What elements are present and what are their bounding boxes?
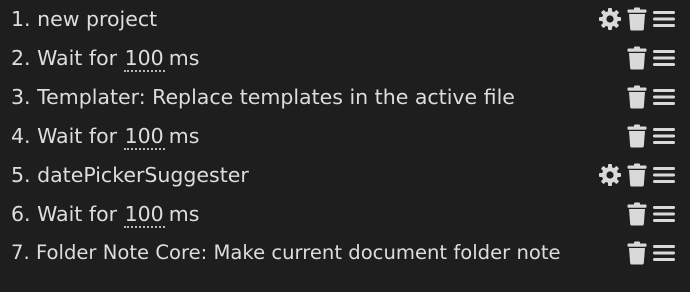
command-row: 3. Templater: Replace templates in the a… (0, 77, 690, 117)
command-row: 1. new project (0, 0, 690, 39)
trash-icon[interactable] (627, 163, 647, 187)
command-text: datePickerSuggester (37, 163, 249, 187)
command-label: 6. Wait for 100 ms (11, 194, 199, 234)
command-row: 7. Folder Note Core: Make current docume… (0, 233, 690, 273)
command-text: Wait for (37, 46, 118, 70)
command-row: 2. Wait for 100 ms (0, 38, 690, 78)
trash-icon[interactable] (627, 7, 647, 31)
drag-handle-icon[interactable] (652, 243, 676, 263)
trash-icon[interactable] (627, 124, 647, 148)
command-label: 3. Templater: Replace templates in the a… (11, 77, 515, 117)
command-label: 2. Wait for 100 ms (11, 38, 199, 78)
command-actions (598, 155, 676, 195)
command-actions (627, 194, 676, 234)
wait-duration-input[interactable]: 100 (123, 46, 165, 72)
command-index: 1. (11, 7, 31, 31)
command-actions (627, 233, 676, 273)
command-row: 5. datePickerSuggester (0, 155, 690, 195)
command-row: 4. Wait for 100 ms (0, 116, 690, 156)
trash-icon[interactable] (627, 241, 647, 265)
command-text: Wait for (37, 124, 118, 148)
command-text: Templater: Replace templates in the acti… (37, 85, 515, 109)
drag-handle-icon[interactable] (652, 204, 676, 224)
drag-handle-icon[interactable] (652, 126, 676, 146)
command-label: 4. Wait for 100 ms (11, 116, 199, 156)
command-list: 1. new project 2. Wait for 100 ms 3. Tem… (0, 0, 690, 292)
command-index: 6. (11, 202, 31, 226)
gear-icon[interactable] (598, 7, 622, 31)
drag-handle-icon[interactable] (652, 87, 676, 107)
wait-duration-input[interactable]: 100 (123, 124, 165, 150)
command-index: 7. (11, 241, 30, 264)
command-text: new project (37, 7, 158, 31)
command-actions (627, 116, 676, 156)
command-text: Wait for (37, 202, 118, 226)
trash-icon[interactable] (627, 202, 647, 226)
drag-handle-icon[interactable] (652, 48, 676, 68)
wait-duration-input[interactable]: 100 (123, 202, 165, 228)
wait-unit: ms (168, 202, 200, 226)
command-actions (627, 38, 676, 78)
wait-unit: ms (168, 46, 200, 70)
command-index: 4. (11, 124, 31, 148)
gear-icon[interactable] (598, 163, 622, 187)
command-row: 6. Wait for 100 ms (0, 194, 690, 234)
command-label: 1. new project (11, 0, 157, 39)
command-actions (627, 77, 676, 117)
wait-unit: ms (168, 124, 200, 148)
trash-icon[interactable] (627, 85, 647, 109)
command-label: 5. datePickerSuggester (11, 155, 249, 195)
command-index: 5. (11, 163, 31, 187)
command-index: 2. (11, 46, 31, 70)
trash-icon[interactable] (627, 46, 647, 70)
command-index: 3. (11, 85, 31, 109)
command-actions (598, 0, 676, 39)
command-text: Folder Note Core: Make current document … (35, 241, 561, 264)
drag-handle-icon[interactable] (652, 9, 676, 29)
command-label: 7. Folder Note Core: Make current docume… (11, 233, 561, 273)
drag-handle-icon[interactable] (652, 165, 676, 185)
